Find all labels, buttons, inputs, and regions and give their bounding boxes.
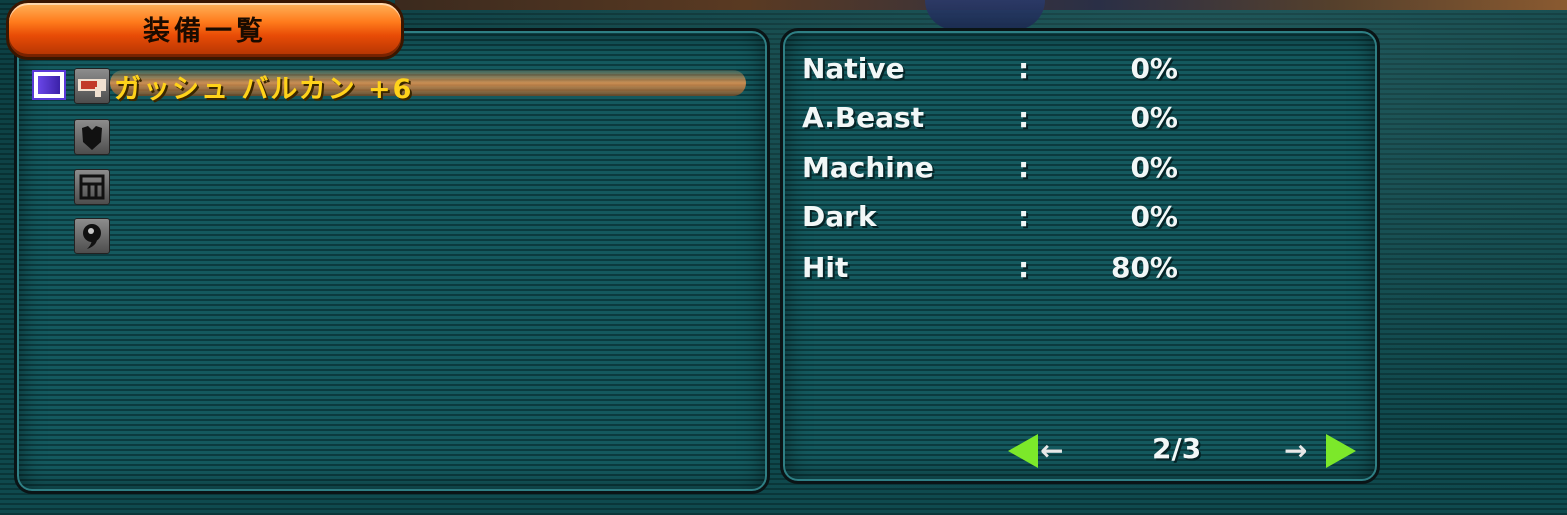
stat-separator: :: [1018, 52, 1030, 85]
stat-label: A.Beast: [802, 101, 925, 134]
page-indicator: 2/3: [1152, 432, 1202, 465]
item-name[interactable]: ガッシュ バルカン +6: [114, 67, 413, 106]
selection-cursor-icon: [32, 70, 66, 100]
stat-value: 0%: [1130, 151, 1178, 184]
stat-label: Dark: [802, 200, 877, 233]
stat-row-machine: Machine : 0%: [780, 151, 1374, 191]
stat-separator: :: [1018, 151, 1030, 184]
stat-value: 0%: [1130, 101, 1178, 134]
character-silhouette: [925, 0, 1045, 30]
window-title: 装備一覧: [143, 16, 267, 47]
stat-label: Machine: [802, 151, 934, 184]
stat-row-native: Native : 0%: [780, 52, 1374, 92]
arrow-left-icon[interactable]: ←: [1040, 437, 1063, 465]
stat-label: Native: [802, 52, 905, 85]
stat-separator: :: [1018, 200, 1030, 233]
stat-value: 0%: [1130, 52, 1178, 85]
unit-icon[interactable]: [74, 218, 110, 254]
stat-label: Hit: [802, 251, 849, 284]
stat-separator: :: [1018, 101, 1030, 134]
next-page-button[interactable]: [1326, 434, 1356, 468]
arrow-right-icon[interactable]: →: [1284, 437, 1307, 465]
shield-icon[interactable]: [74, 169, 110, 205]
stat-value: 80%: [1110, 251, 1178, 284]
stat-value: 0%: [1130, 200, 1178, 233]
stat-row-dark: Dark : 0%: [780, 200, 1374, 240]
weapon-icon[interactable]: [74, 68, 110, 104]
armor-icon[interactable]: [74, 119, 110, 155]
prev-page-button[interactable]: [1008, 434, 1038, 468]
window-title-tab: 装備一覧: [6, 0, 404, 60]
stat-row-hit: Hit : 80%: [780, 251, 1374, 291]
stat-separator: :: [1018, 251, 1030, 284]
stat-row-a-beast: A.Beast : 0%: [780, 101, 1374, 141]
